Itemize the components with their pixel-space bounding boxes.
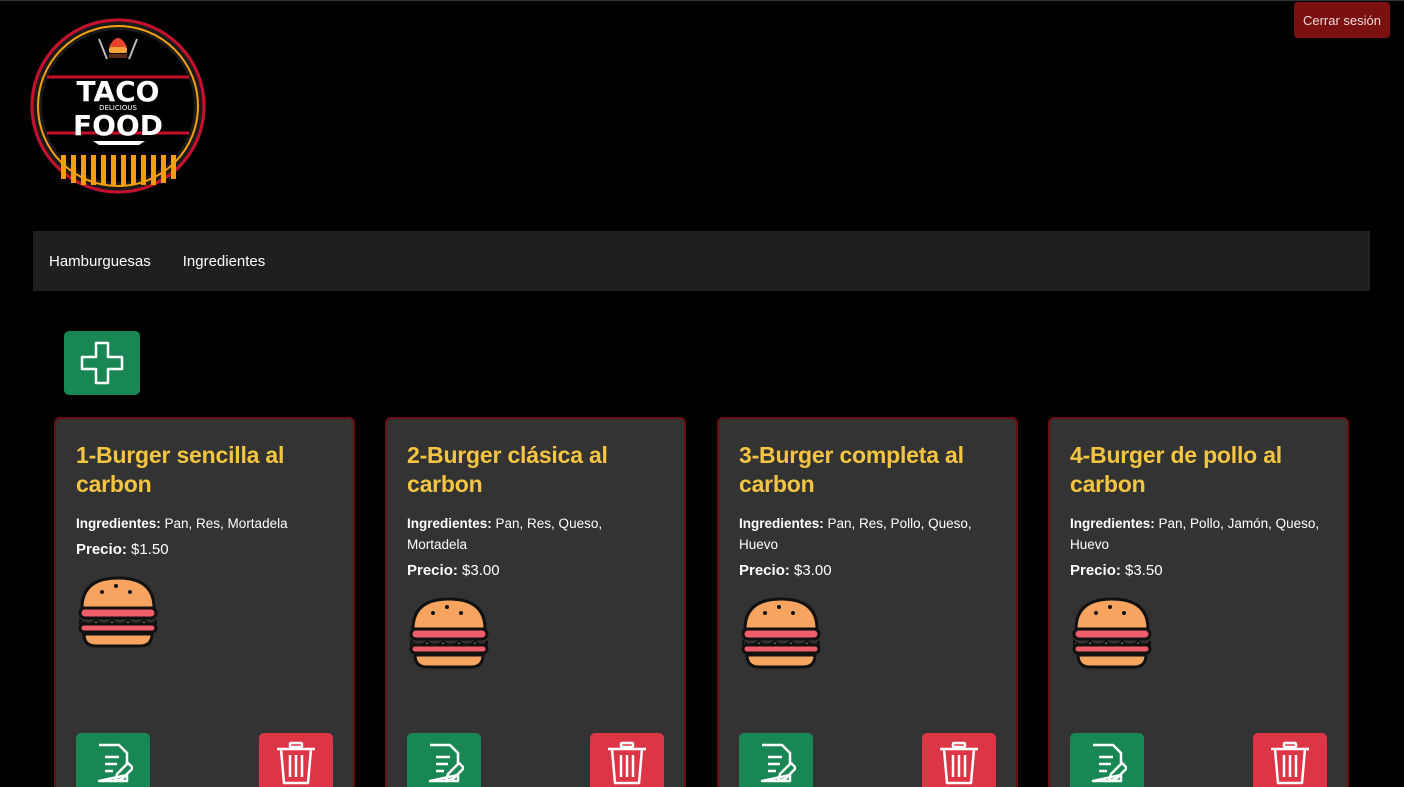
- burger-ingredients: Ingredientes: Pan, Res, Mortadela: [76, 516, 288, 531]
- burger-card-2: 2-Burger clásica al carbon Ingredientes:…: [385, 417, 686, 787]
- delete-button[interactable]: [590, 733, 664, 787]
- burger-icon: [741, 597, 821, 669]
- trash-icon: [1271, 741, 1309, 785]
- main-navbar: Hamburguesas Ingredientes: [33, 231, 1370, 291]
- burger-ingredients: Ingredientes: Pan, Res, Queso, Mortadela: [407, 516, 603, 552]
- edit-document-icon: [760, 743, 796, 783]
- burger-price: Precio: $3.00: [739, 562, 832, 579]
- taco-food-logo: TACO DELICIOUS FOOD: [30, 18, 206, 194]
- add-burger-button[interactable]: [64, 331, 140, 395]
- burger-price: Precio: $3.50: [1070, 562, 1163, 579]
- edit-document-icon: [97, 743, 133, 783]
- nav-hamburguesas[interactable]: Hamburguesas: [49, 253, 151, 270]
- delete-button[interactable]: [1253, 733, 1327, 787]
- logo-text-food: FOOD: [73, 109, 163, 142]
- nav-ingredientes[interactable]: Ingredientes: [183, 253, 266, 270]
- edit-button[interactable]: [739, 733, 813, 787]
- delete-button[interactable]: [922, 733, 996, 787]
- burger-title: 3-Burger completa al carbon: [739, 442, 964, 497]
- burger-title: 2-Burger clásica al carbon: [407, 442, 608, 497]
- burger-icon: [409, 597, 489, 669]
- trash-icon: [277, 741, 315, 785]
- trash-icon: [940, 741, 978, 785]
- edit-button[interactable]: [1070, 733, 1144, 787]
- plus-icon: [80, 341, 124, 385]
- delete-button[interactable]: [259, 733, 333, 787]
- burger-title: 4-Burger de pollo al carbon: [1070, 442, 1282, 497]
- burger-ingredients: Ingredientes: Pan, Pollo, Jamón, Queso, …: [1070, 516, 1320, 552]
- trash-icon: [608, 741, 646, 785]
- burger-card-4: 4-Burger de pollo al carbon Ingredientes…: [1048, 417, 1349, 787]
- logout-button[interactable]: Cerrar sesión: [1294, 2, 1390, 38]
- edit-button[interactable]: [407, 733, 481, 787]
- burger-price: Precio: $1.50: [76, 541, 169, 558]
- edit-document-icon: [428, 743, 464, 783]
- burger-icon: [78, 576, 158, 648]
- edit-document-icon: [1091, 743, 1127, 783]
- burger-card-3: 3-Burger completa al carbon Ingredientes…: [717, 417, 1018, 787]
- burger-ingredients: Ingredientes: Pan, Res, Pollo, Queso, Hu…: [739, 516, 972, 552]
- burger-icon: [1072, 597, 1152, 669]
- burger-title: 1-Burger sencilla al carbon: [76, 442, 285, 497]
- burger-price: Precio: $3.00: [407, 562, 500, 579]
- burger-card-1: 1-Burger sencilla al carbon Ingredientes…: [54, 417, 355, 787]
- edit-button[interactable]: [76, 733, 150, 787]
